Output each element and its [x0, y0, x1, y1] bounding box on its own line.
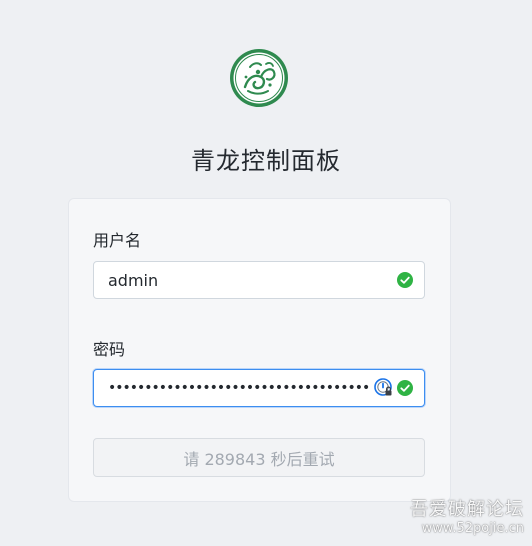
check-circle-icon	[397, 380, 413, 396]
qinglong-logo-icon	[230, 49, 288, 107]
watermark-url: www.52pojie.cn	[421, 521, 524, 536]
page-title: 青龙控制面板	[191, 147, 341, 175]
password-field-wrapper	[93, 369, 425, 407]
check-circle-icon	[397, 272, 413, 288]
watermark: 吾爱破解论坛 www.52pojie.cn	[410, 499, 524, 536]
username-field-wrapper	[93, 261, 425, 299]
username-label: 用户名	[93, 231, 142, 250]
password-label: 密码	[93, 340, 126, 359]
login-button[interactable]: 请 289843 秒后重试	[93, 438, 425, 477]
password-manager-icon[interactable]	[374, 378, 394, 398]
username-input[interactable]	[94, 262, 424, 298]
watermark-text: 吾爱破解论坛	[410, 499, 524, 520]
